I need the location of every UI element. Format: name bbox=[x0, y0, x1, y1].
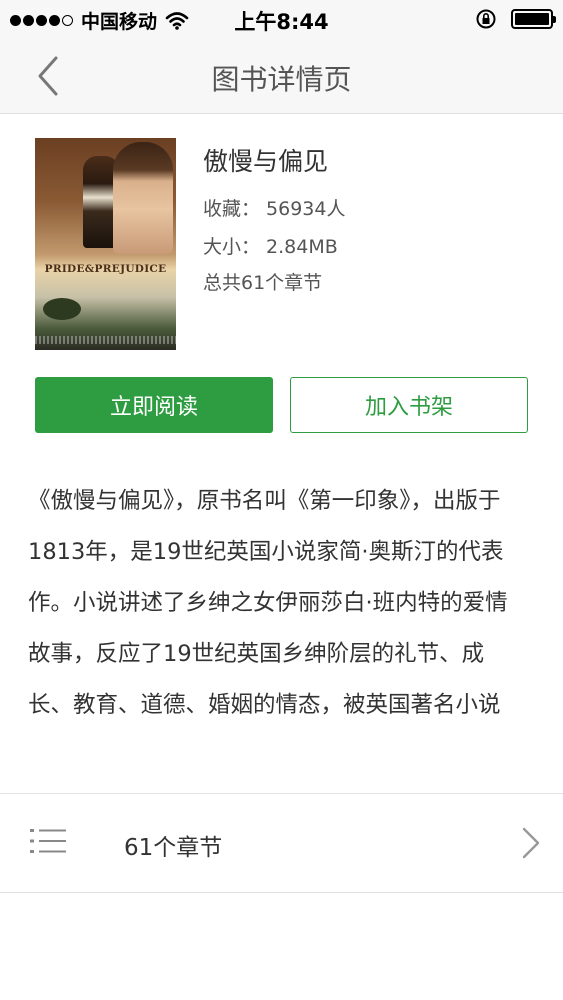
add-to-shelf-button[interactable]: 加入书架 bbox=[290, 377, 528, 433]
chapter-list-label: 61个章节 bbox=[124, 835, 223, 861]
divider bbox=[0, 892, 563, 893]
chapter-list-row[interactable]: 61个章节 bbox=[0, 794, 563, 892]
book-info: PRIDE&PREJUDICE 傲慢与偏见 收藏： 56934人 大小： 2.8… bbox=[35, 138, 535, 353]
book-favorites: 收藏： 56934人 bbox=[203, 198, 346, 220]
book-title: 傲慢与偏见 bbox=[203, 147, 329, 176]
cover-title: PRIDE&PREJUDICE bbox=[44, 263, 167, 275]
book-cover[interactable]: PRIDE&PREJUDICE bbox=[35, 138, 176, 350]
battery-icon bbox=[511, 9, 556, 29]
status-bar: 中国移动 上午8:44 bbox=[0, 0, 563, 38]
rotation-lock-icon bbox=[476, 9, 496, 29]
book-chapter-count: 总共61个章节 bbox=[203, 272, 323, 294]
page-title: 图书详情页 bbox=[211, 63, 352, 96]
chevron-right-icon bbox=[522, 827, 540, 859]
cover-figure-woman bbox=[113, 142, 173, 254]
book-description: 《傲慢与偏见》，原书名叫《第一印象》，出版于1813年，是19世纪英国小说家简·… bbox=[28, 488, 508, 718]
cover-credits bbox=[35, 336, 176, 344]
book-size: 大小： 2.84MB bbox=[203, 236, 338, 258]
navigation-bar: 图书详情页 bbox=[0, 38, 563, 114]
status-right bbox=[475, 8, 556, 30]
read-now-button[interactable]: 立即阅读 bbox=[35, 377, 273, 433]
cover-tree bbox=[43, 298, 81, 320]
list-icon bbox=[30, 829, 66, 853]
